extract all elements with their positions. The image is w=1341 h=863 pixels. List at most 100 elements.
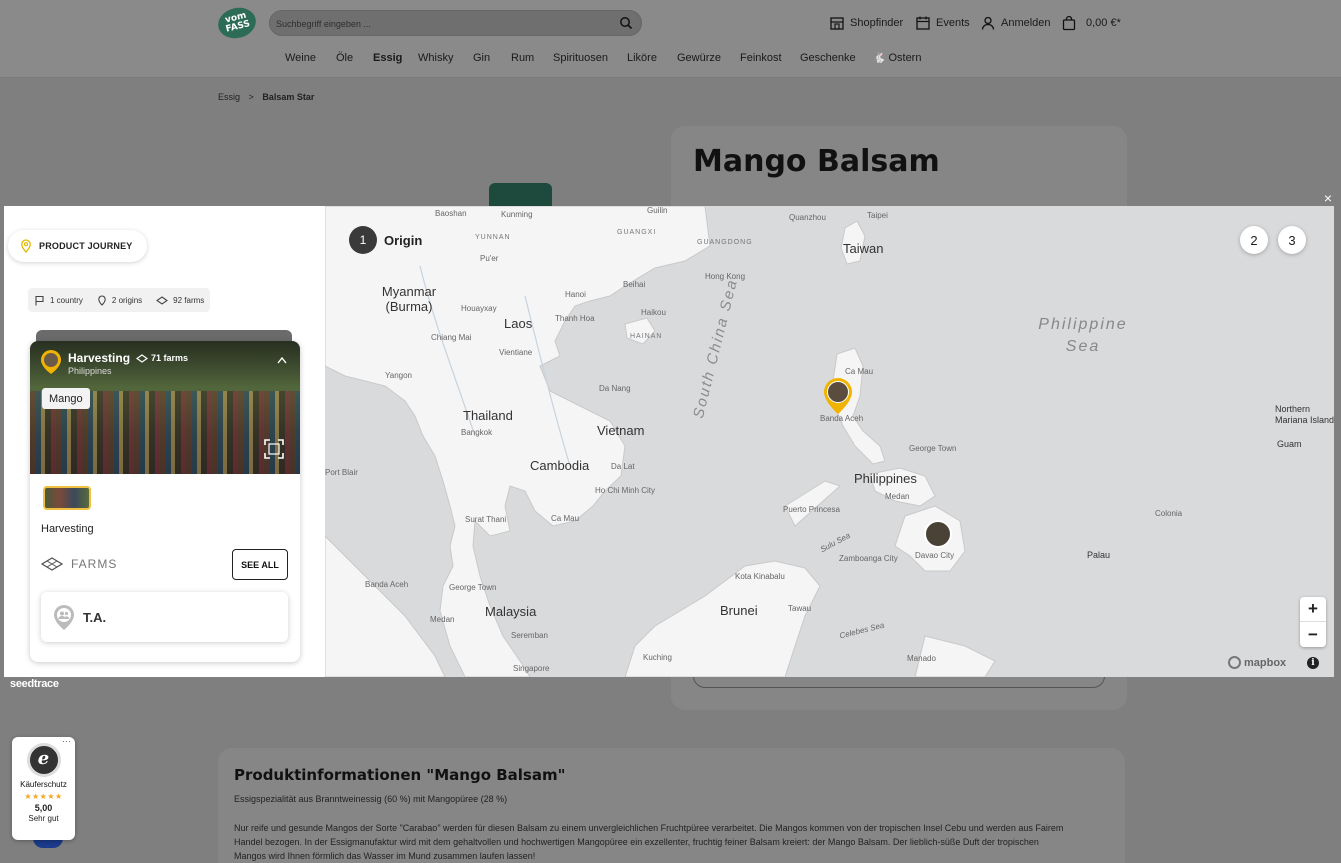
events-link[interactable]: Events — [915, 14, 970, 32]
city-label: Singapore — [513, 664, 550, 673]
nav-item-weine[interactable]: Weine — [285, 52, 316, 64]
product-title: Mango Balsam — [693, 144, 940, 179]
nav-item-ostern[interactable]: 🐇 Ostern — [873, 52, 921, 64]
nav-item-feinkost[interactable]: Feinkost — [740, 52, 782, 64]
rating-grade: Sehr gut — [28, 814, 59, 823]
sea-label: Philippine Sea — [1031, 314, 1135, 358]
mapbox-label: mapbox — [1244, 656, 1287, 669]
step-title: Harvesting — [68, 351, 131, 365]
farms-label: FARMS — [71, 557, 118, 571]
step-farms-count: 71 farms — [136, 353, 188, 363]
origin-step[interactable]: 1 Origin — [349, 226, 422, 254]
origin-step-label: Origin — [384, 232, 423, 248]
cart-total: 0,00 €* — [1086, 17, 1121, 29]
step-3-button[interactable]: 3 — [1278, 226, 1306, 254]
rating-stars: ★★★★★ — [24, 792, 63, 801]
breadcrumb-parent[interactable]: Essig — [218, 92, 240, 102]
nav-item-gin[interactable]: Gin — [473, 52, 490, 64]
product-journey-modal: PRODUCT JOURNEY 1 country 2 origins 92 f… — [4, 206, 1334, 677]
city-label: Da Lat — [611, 462, 635, 471]
see-all-button[interactable]: SEE ALL — [232, 549, 288, 580]
search-icon[interactable] — [619, 16, 633, 30]
breadcrumb-separator: > — [248, 92, 254, 102]
city-label: Surat Thani — [465, 515, 507, 524]
login-link[interactable]: Anmelden — [980, 14, 1051, 32]
nav-item-gewuerze[interactable]: Gewürze — [677, 52, 721, 64]
nav-item-ostern-label: Ostern — [888, 52, 922, 64]
nav-item-likoere[interactable]: Liköre — [627, 52, 657, 64]
mapbox-attribution[interactable]: mapbox — [1228, 656, 1286, 669]
shopping-bag-icon — [1062, 15, 1076, 31]
step-photo[interactable]: Harvesting 71 farms Philippines Mango — [30, 341, 300, 474]
product-bottle-image — [489, 183, 552, 207]
city-label: Baoshan — [435, 209, 467, 218]
user-icon — [981, 16, 995, 30]
farms-header: FARMS — [41, 557, 117, 571]
region-label: GUANGDONG — [697, 239, 753, 246]
location-pin-icon — [21, 239, 31, 253]
login-label: Anmelden — [1001, 17, 1051, 29]
nav-item-essig[interactable]: Essig — [373, 52, 402, 64]
city-label: Pu'er — [480, 254, 499, 263]
store-icon — [830, 17, 844, 30]
region-label: GUANGXI — [617, 229, 657, 236]
nav-item-geschenke[interactable]: Geschenke — [800, 52, 856, 64]
nav-item-spirituosen[interactable]: Spirituosen — [553, 52, 608, 64]
city-label: Medan — [885, 492, 910, 501]
mapbox-logo-icon — [1228, 656, 1241, 669]
more-icon[interactable]: ··· — [62, 736, 71, 746]
zoom-in-button[interactable]: + — [1300, 597, 1326, 622]
search-bar — [269, 10, 642, 36]
step-2-button[interactable]: 2 — [1240, 226, 1268, 254]
breadcrumb-current: Balsam Star — [262, 92, 315, 102]
philippine-sea-label: Philippine Sea — [1038, 316, 1128, 355]
photo-thumbnail[interactable] — [43, 486, 91, 510]
trusted-label: Käuferschutz — [20, 780, 67, 789]
trusted-shops-badge[interactable]: ··· Käuferschutz ★★★★★ 5,00 Sehr gut — [12, 736, 75, 840]
step-farms-count-label: 71 farms — [151, 353, 189, 363]
city-label: Zamboanga City — [839, 554, 898, 563]
step-label: Harvesting — [41, 523, 94, 535]
step-title-row: Harvesting 71 farms — [68, 351, 188, 365]
zoom-controls: + − — [1300, 597, 1326, 647]
journey-map[interactable]: Baoshan Kunming Guilin Quanzhou Taipei Y… — [325, 206, 1334, 677]
city-label: Ca Mau — [551, 514, 580, 523]
city-label: Manado — [907, 654, 936, 663]
stat-farms: 92 farms — [173, 295, 205, 305]
nav-item-oele[interactable]: Öle — [336, 52, 353, 64]
site-header: vom FASS Shopfinder Events Anmelden 0,00… — [0, 0, 1341, 78]
nav-item-rum[interactable]: Rum — [511, 52, 534, 64]
city-label: Da Nang — [599, 384, 631, 393]
shopfinder-link[interactable]: Shopfinder — [829, 14, 903, 32]
city-label: Kuching — [643, 653, 672, 662]
nav-item-whisky[interactable]: Whisky — [418, 52, 453, 64]
country-label: Thailand — [463, 408, 513, 423]
farm-card[interactable]: T.A. — [41, 592, 288, 642]
city-label: Medan — [430, 615, 455, 624]
logo[interactable]: vom FASS — [214, 3, 260, 43]
chevron-up-icon[interactable] — [277, 356, 287, 364]
zoom-out-button[interactable]: − — [1300, 622, 1326, 647]
country-label: Palau — [1087, 550, 1111, 560]
journey-stats: 1 country 2 origins 92 farms — [28, 288, 211, 312]
farm-layers-icon — [156, 295, 169, 305]
journey-sidebar: PRODUCT JOURNEY 1 country 2 origins 92 f… — [4, 206, 325, 677]
city-label: Chiang Mai — [431, 333, 472, 342]
origin-step-number: 1 — [349, 226, 377, 254]
fullscreen-icon[interactable] — [262, 437, 286, 461]
product-info-section: Produktinformationen "Mango Balsam" Essi… — [218, 748, 1125, 863]
country-label: Guam — [1277, 439, 1302, 449]
city-label: Thanh Hoa — [555, 314, 595, 323]
close-modal-button[interactable]: × — [1322, 191, 1334, 205]
seedtrace-brand[interactable]: seedtrace — [10, 678, 59, 690]
farm-layers-icon — [136, 353, 149, 363]
flag-icon — [35, 295, 44, 305]
farm-name: T.A. — [83, 609, 107, 625]
davao-marker-icon[interactable] — [923, 519, 953, 549]
cart-link[interactable]: 0,00 €* — [1061, 14, 1121, 32]
manila-marker-icon[interactable] — [822, 376, 854, 416]
trusted-seal-icon — [26, 743, 61, 777]
info-icon[interactable]: i — [1307, 657, 1319, 669]
search-input[interactable] — [276, 14, 606, 34]
city-label: Davao City — [915, 551, 955, 560]
